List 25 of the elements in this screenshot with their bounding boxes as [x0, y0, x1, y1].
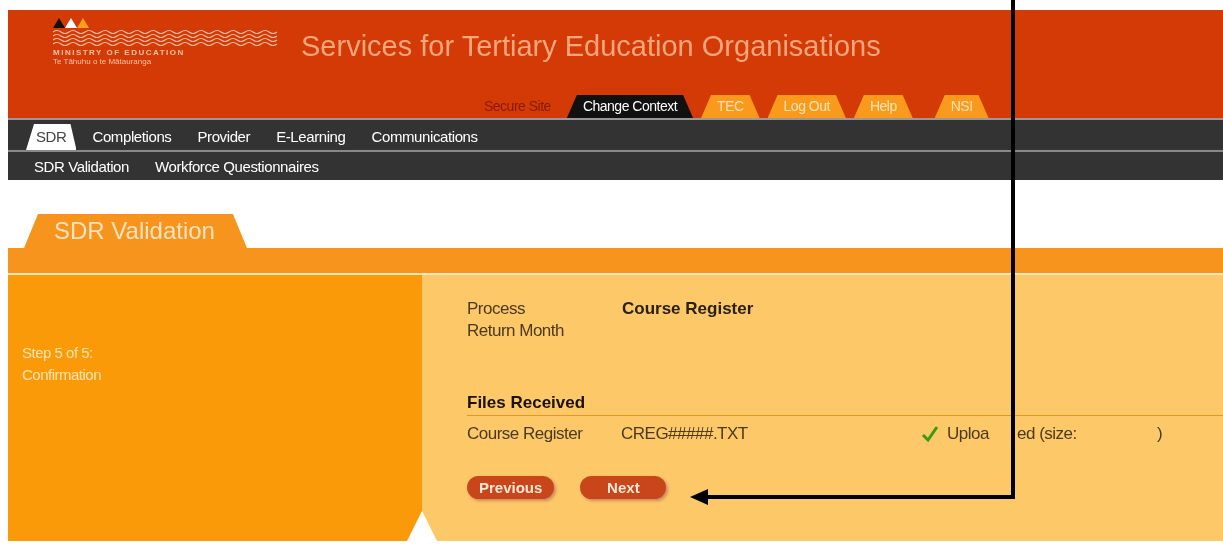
files-heading: Files Received	[467, 393, 586, 412]
upload-status: Uploa	[947, 424, 991, 444]
step-number: Step 5 of 5:	[22, 343, 94, 363]
status-end: )	[1157, 424, 1164, 444]
previous-button[interactable]: Previous	[467, 476, 555, 499]
sub-nav-link[interactable]: SDR Validation	[34, 157, 129, 175]
detail-label: Process	[467, 299, 526, 320]
logo-tagline: Te Tāhuhu o te Mātauranga	[53, 57, 153, 66]
nav-tab[interactable]: Completions	[82, 124, 182, 150]
file-name: CREG#####.TXT	[621, 424, 749, 444]
upload-status: ed (size:	[1017, 424, 1078, 444]
detail-label: Return Month	[467, 321, 565, 342]
nav-tab[interactable]: Communications	[361, 124, 488, 150]
file-type: Course Register	[467, 424, 584, 444]
nav-tab[interactable]: Provider	[187, 124, 261, 150]
logo-name: MINISTRY OF EDUCATION	[53, 48, 186, 57]
sub-nav-link[interactable]: Workforce Questionnaires	[155, 157, 319, 175]
secure-site-label: Secure Site	[483, 98, 552, 116]
detail-value: Course Register	[622, 299, 754, 320]
site-title: Services for Tertiary Education Organisations	[301, 30, 881, 63]
site-tab[interactable]: Change Context	[566, 95, 694, 118]
nav-tab[interactable]: E-Learning	[266, 124, 356, 150]
next-button[interactable]: Next	[580, 476, 667, 499]
step-title: Confirmation	[22, 365, 103, 385]
nav-tab[interactable]: SDR	[26, 124, 77, 150]
